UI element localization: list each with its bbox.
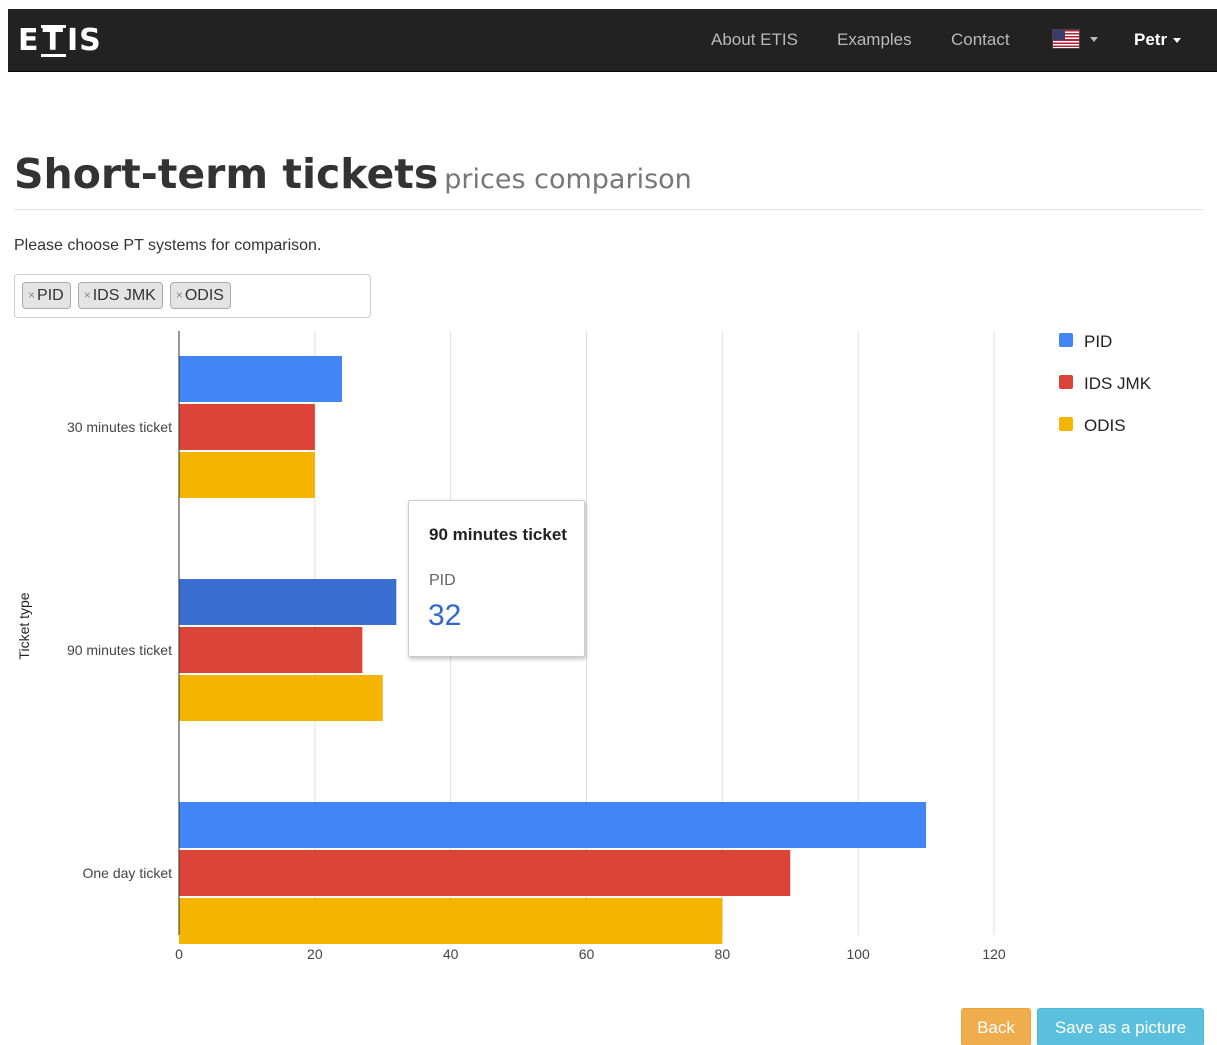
- brand-letter-t: T: [40, 23, 66, 58]
- tag-pid[interactable]: × PID: [22, 282, 71, 309]
- tooltip-series: PID: [429, 572, 456, 589]
- nav-about-etis[interactable]: About ETIS: [711, 29, 798, 51]
- x-tick-label: 20: [307, 946, 323, 962]
- x-tick-label: 120: [982, 946, 1006, 962]
- x-tick-label: 40: [443, 946, 459, 962]
- bar-ids-jmk-1[interactable]: [179, 404, 315, 450]
- bar-pid-1[interactable]: [179, 356, 342, 402]
- x-tick-label: 80: [715, 946, 731, 962]
- remove-odis-icon[interactable]: ×: [176, 288, 183, 302]
- tooltip-value: 32: [428, 599, 462, 632]
- language-chevron-down-icon[interactable]: [1090, 37, 1098, 42]
- header-divider: [14, 209, 1204, 210]
- selection-prompt: Please choose PT systems for comparison.: [14, 237, 322, 254]
- tag-label: PID: [37, 287, 64, 304]
- us-flag-icon[interactable]: [1052, 29, 1080, 49]
- remove-ids-jmk-icon[interactable]: ×: [84, 288, 91, 302]
- bar-ids-jmk-2[interactable]: [179, 627, 363, 673]
- x-tick-label: 100: [846, 946, 870, 962]
- tag-odis[interactable]: × ODIS: [169, 282, 231, 309]
- selected-tags: × PID × IDS JMK × ODIS: [22, 282, 231, 309]
- back-button[interactable]: Back: [961, 1008, 1031, 1045]
- bar-odis-3[interactable]: [179, 898, 723, 944]
- bar-ids-jmk-3[interactable]: [179, 850, 791, 896]
- page-title: Short-term tickets prices comparison: [14, 148, 692, 206]
- legend-label[interactable]: PID: [1084, 332, 1112, 351]
- tag-label: IDS JMK: [92, 287, 156, 304]
- tag-ids-jmk[interactable]: × IDS JMK: [77, 282, 163, 309]
- user-menu[interactable]: Petr: [1134, 29, 1182, 51]
- legend-swatch-odis: [1059, 417, 1073, 431]
- user-chevron-down-icon: [1173, 38, 1182, 44]
- brand-letters-is: IS: [66, 23, 102, 58]
- brand-letter-e: E: [18, 23, 40, 58]
- remove-pid-icon[interactable]: ×: [28, 288, 35, 302]
- brand-logo[interactable]: E T IS: [18, 23, 102, 59]
- user-name: Petr: [1134, 30, 1168, 49]
- legend-label[interactable]: ODIS: [1084, 416, 1126, 435]
- x-tick-label: 60: [579, 946, 595, 962]
- legend-swatch-ids-jmk: [1059, 375, 1073, 389]
- nav-examples[interactable]: Examples: [837, 29, 912, 51]
- page-subtitle: prices comparison: [444, 164, 692, 195]
- category-label: 90 minutes ticket: [67, 642, 172, 658]
- pt-system-select[interactable]: × PID × IDS JMK × ODIS: [14, 274, 371, 318]
- save-as-picture-button[interactable]: Save as a picture: [1037, 1008, 1204, 1045]
- page-title-text: Short-term tickets: [14, 150, 439, 198]
- category-label: 30 minutes ticket: [67, 419, 172, 435]
- category-label: One day ticket: [83, 865, 173, 881]
- tooltip-title: 90 minutes ticket: [429, 525, 567, 544]
- tag-label: ODIS: [184, 287, 224, 304]
- bar-pid-3[interactable]: [179, 802, 927, 848]
- ticket-price-chart: 30 minutes ticket 90 minutes ticket One da…: [16, 331, 1152, 962]
- legend-swatch-pid: [1059, 333, 1073, 347]
- bar-pid-2[interactable]: [179, 579, 397, 625]
- bar-odis-2[interactable]: [179, 675, 383, 721]
- x-tick-label: 0: [175, 946, 183, 962]
- y-axis-title: Ticket type: [16, 592, 32, 659]
- chart-tooltip: 90 minutes ticket PID 32: [408, 500, 585, 657]
- nav-contact[interactable]: Contact: [951, 29, 1010, 51]
- bar-odis-1[interactable]: [179, 452, 315, 498]
- legend-label[interactable]: IDS JMK: [1084, 374, 1152, 393]
- top-navbar: E T IS About ETIS Examples Contact Petr: [8, 9, 1217, 72]
